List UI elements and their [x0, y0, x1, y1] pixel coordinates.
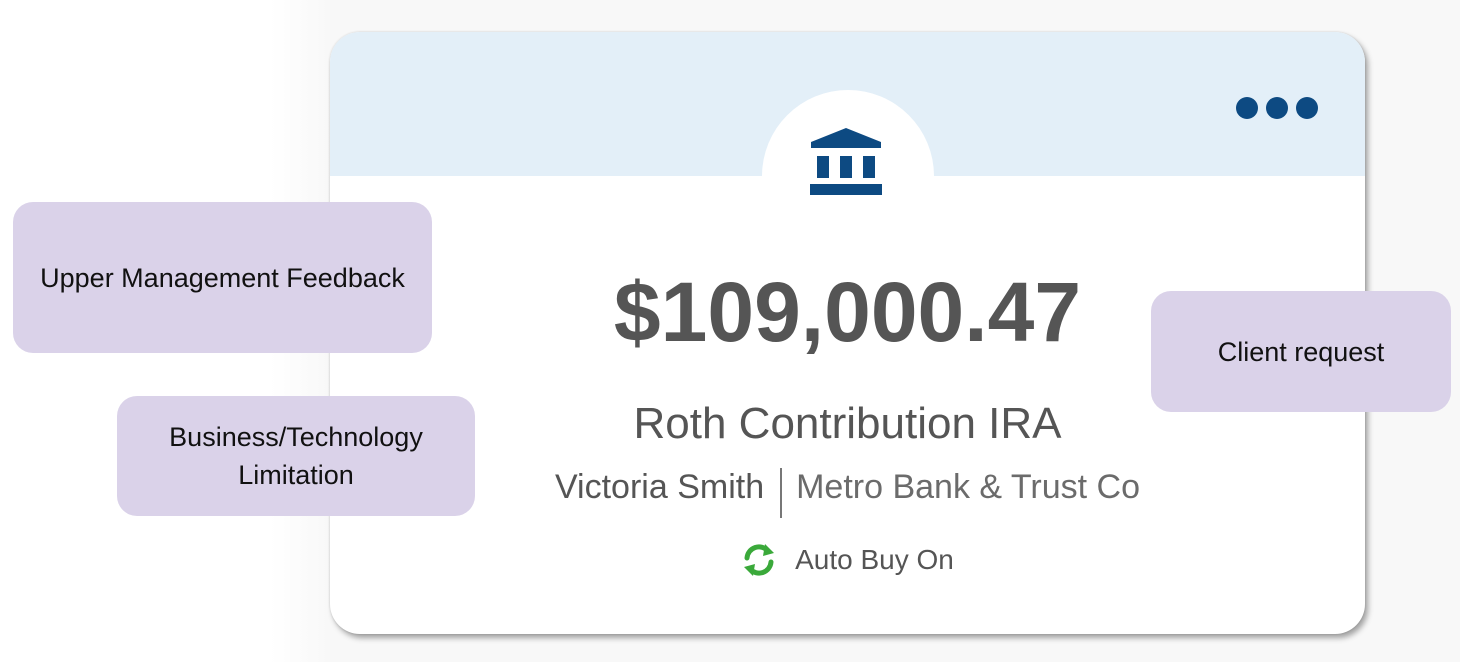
owner-line: Victoria Smith Metro Bank & Trust Co [330, 462, 1365, 518]
refresh-icon [744, 544, 775, 576]
bank-icon [810, 128, 882, 195]
more-options-button[interactable] [1236, 94, 1318, 122]
annotation-text: Client request [1217, 336, 1385, 367]
institution-name: Metro Bank & Trust Co [796, 468, 1141, 506]
canvas: $109,000.47 Roth Contribution IRA Victor… [0, 0, 1460, 662]
annotation-client-request: Client request [1151, 291, 1451, 412]
more-horizontal-icon-dot [1296, 97, 1318, 119]
more-horizontal-icon-dot [1266, 97, 1288, 119]
divider [780, 468, 783, 518]
auto-buy-label: Auto Buy On [795, 544, 954, 575]
annotation-business-technology-limitation: Business/Technology Limitation [117, 396, 475, 516]
annotation-upper-management-feedback: Upper Management Feedback [13, 202, 432, 353]
annotation-text: Upper Management Feedback [40, 262, 405, 293]
owner-name: Victoria Smith [554, 468, 765, 506]
more-horizontal-icon-dot [1236, 97, 1258, 119]
auto-buy-status[interactable]: Auto Buy On [330, 542, 1365, 578]
annotation-text: Business/Technology Limitation [169, 422, 423, 490]
